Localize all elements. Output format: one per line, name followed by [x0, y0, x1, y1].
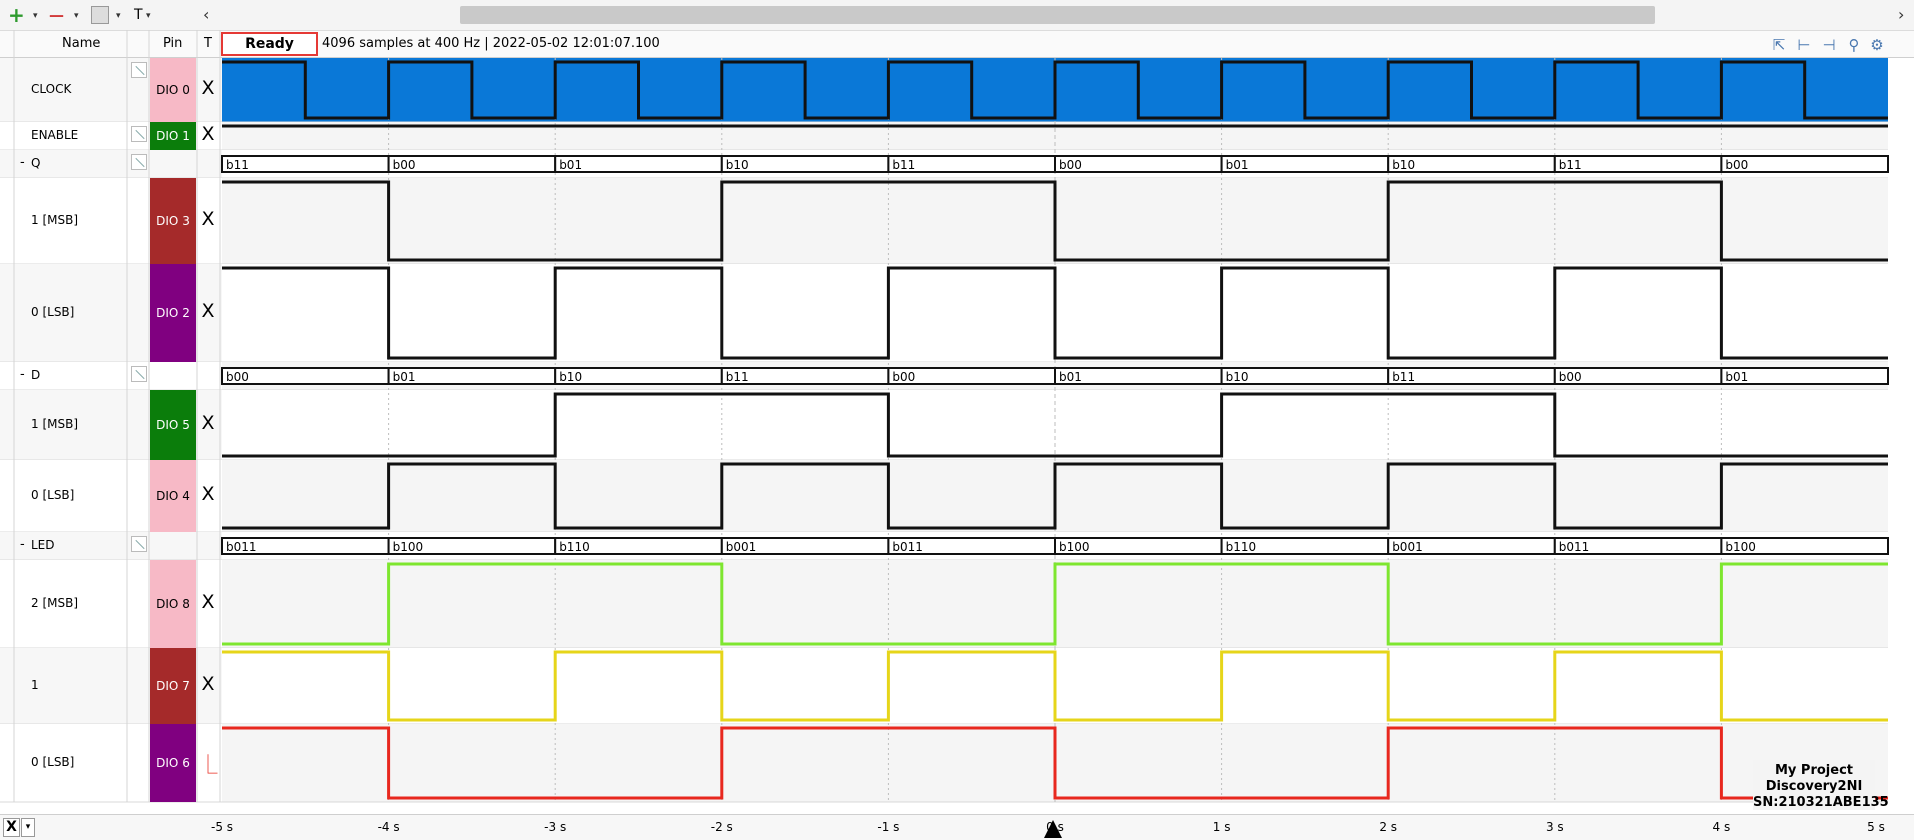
- edit-channel-icon[interactable]: [131, 126, 147, 142]
- close-button[interactable]: X: [3, 818, 20, 837]
- trigger-condition[interactable]: X: [198, 412, 218, 434]
- time-tick-label: -1 s: [877, 820, 900, 834]
- channel-name[interactable]: 1 [MSB]: [31, 417, 78, 431]
- pin-label[interactable]: DIO 4: [150, 460, 196, 532]
- time-tick-label: 2 s: [1379, 820, 1398, 834]
- time-tick-label: -4 s: [377, 820, 400, 834]
- pin-label[interactable]: DIO 2: [150, 264, 196, 362]
- trigger-condition[interactable]: X: [198, 77, 218, 99]
- q-bus-value: b00: [1725, 158, 1748, 172]
- led-bus-value: b001: [1392, 540, 1423, 554]
- pin-label[interactable]: DIO 5: [150, 390, 196, 460]
- device-serial: SN:210321ABE135: [1753, 795, 1889, 810]
- led-bus-value: b011: [1559, 540, 1590, 554]
- q-bus-value: b00: [1059, 158, 1082, 172]
- time-tick-label: 3 s: [1545, 820, 1564, 834]
- q-bus-value: b01: [1226, 158, 1249, 172]
- d-bus-value: b11: [1392, 370, 1415, 384]
- channel-name[interactable]: 0 [LSB]: [31, 488, 74, 502]
- q-bus-value: b10: [726, 158, 749, 172]
- time-tick-label: -3 s: [544, 820, 567, 834]
- channel-name[interactable]: CLOCK: [31, 82, 71, 96]
- device-info: My Project Discovery2NI SN:210321ABE135: [1753, 760, 1889, 810]
- pin-label[interactable]: DIO 3: [150, 178, 196, 264]
- led-bus-value: b100: [393, 540, 424, 554]
- trigger-condition[interactable]: X: [198, 123, 218, 145]
- pin-label[interactable]: DIO 0: [150, 58, 196, 122]
- pin-label[interactable]: DIO 6: [150, 724, 196, 802]
- edit-channel-icon[interactable]: [131, 154, 147, 170]
- channel-name[interactable]: 0 [LSB]: [31, 755, 74, 769]
- project-name: My Project: [1775, 763, 1853, 778]
- q-bus-value: b11: [1559, 158, 1582, 172]
- collapse-toggle[interactable]: -: [20, 155, 25, 170]
- channel-name[interactable]: 2 [MSB]: [31, 596, 78, 610]
- led-bus-value: b001: [726, 540, 757, 554]
- collapse-toggle[interactable]: -: [20, 367, 25, 382]
- time-tick-label: -2 s: [710, 820, 733, 834]
- q-bus-value: b11: [892, 158, 915, 172]
- trigger-condition[interactable]: X: [198, 591, 218, 613]
- d-bus-value: b00: [892, 370, 915, 384]
- d-bus-value: b10: [1226, 370, 1249, 384]
- led-bus-value: b100: [1059, 540, 1090, 554]
- trigger-position-marker[interactable]: [1044, 820, 1062, 838]
- led-bus-value: b100: [1725, 540, 1756, 554]
- edit-channel-icon[interactable]: [131, 62, 147, 78]
- q-bus-value: b10: [1392, 158, 1415, 172]
- led-bus-value: b011: [892, 540, 923, 554]
- trigger-condition[interactable]: X: [198, 483, 218, 505]
- d-bus-value: b10: [559, 370, 582, 384]
- q-bus-value: b00: [393, 158, 416, 172]
- edit-channel-icon[interactable]: [131, 536, 147, 552]
- clock-waveform: [222, 60, 1888, 120]
- edit-channel-icon[interactable]: [131, 366, 147, 382]
- time-axis: X ▾ -5 s -4 s -3 s -2 s -1 s0 s1 s2 s3 s4 s5…: [0, 814, 1914, 840]
- time-tick-label: 4 s: [1712, 820, 1731, 834]
- time-tick-label: 1 s: [1212, 820, 1231, 834]
- channel-name[interactable]: 1: [31, 678, 39, 692]
- channel-name[interactable]: ENABLE: [31, 128, 78, 142]
- d-bus-value: b01: [1059, 370, 1082, 384]
- device-model: Discovery2NI: [1765, 779, 1863, 794]
- d-bus-value: b00: [226, 370, 249, 384]
- channel-name[interactable]: 1 [MSB]: [31, 213, 78, 227]
- channel-name[interactable]: 0 [LSB]: [31, 305, 74, 319]
- d-bus-value: b11: [726, 370, 749, 384]
- q-bus-value: b11: [226, 158, 249, 172]
- pin-label[interactable]: DIO 7: [150, 648, 196, 724]
- trigger-condition[interactable]: X: [198, 300, 218, 322]
- q-bus-value: b01: [559, 158, 582, 172]
- trigger-condition[interactable]: ⎿: [198, 750, 218, 777]
- channel-name[interactable]: D: [31, 368, 40, 382]
- trigger-condition[interactable]: X: [198, 208, 218, 230]
- d-bus-value: b01: [393, 370, 416, 384]
- channel-name[interactable]: Q: [31, 156, 40, 170]
- pin-label[interactable]: DIO 8: [150, 560, 196, 648]
- d-bus-value: b00: [1559, 370, 1582, 384]
- d-bus-value: b01: [1725, 370, 1748, 384]
- time-tick-label: -5 s: [210, 820, 234, 834]
- trigger-condition[interactable]: X: [198, 673, 218, 695]
- led-bus-value: b011: [226, 540, 257, 554]
- pin-label[interactable]: DIO 1: [150, 122, 196, 150]
- led-bus-value: b110: [559, 540, 590, 554]
- axis-dropdown-icon[interactable]: ▾: [21, 818, 35, 837]
- channel-name[interactable]: LED: [31, 538, 55, 552]
- collapse-toggle[interactable]: -: [20, 537, 25, 552]
- led-bus-value: b110: [1226, 540, 1257, 554]
- waveform-plot[interactable]: b11 b00 b01 b10 b11 b00 b01 b10 b11 b00 b00 b01 b10 b…: [0, 0, 1914, 840]
- time-tick-label: 5 s: [1867, 820, 1885, 834]
